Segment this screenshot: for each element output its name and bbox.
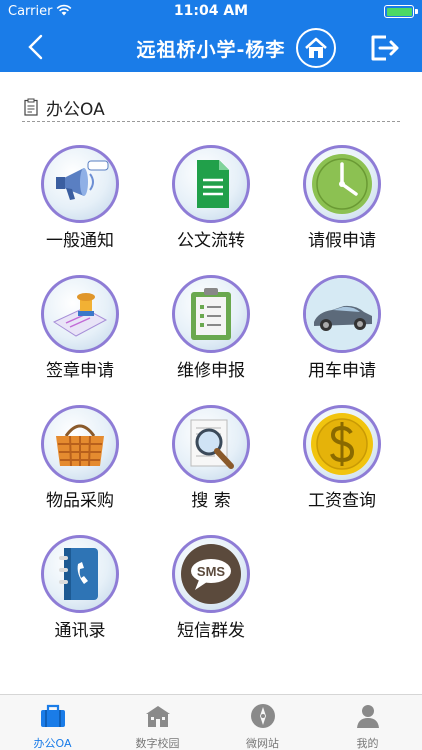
menu-icon-circle bbox=[41, 275, 119, 353]
menu-icon-circle bbox=[172, 145, 250, 223]
menu-item-label: 用车申请 bbox=[308, 361, 376, 381]
menu-item-document-flow[interactable]: 公文流转 bbox=[146, 140, 276, 252]
menu-item-search[interactable]: 搜 索 bbox=[146, 400, 276, 512]
briefcase-icon bbox=[41, 704, 65, 727]
dollar-coin-icon bbox=[311, 413, 373, 475]
page-title: 远祖桥小学-杨李 bbox=[136, 39, 286, 61]
menu-item-label: 通讯录 bbox=[54, 621, 106, 641]
menu-item-vehicle-request[interactable]: 用车申请 bbox=[277, 270, 407, 382]
menu-icon-circle bbox=[303, 275, 381, 353]
home-button[interactable] bbox=[296, 28, 336, 68]
menu-item-seal-request[interactable]: 签章申请 bbox=[15, 270, 145, 382]
sms-icon: SMS bbox=[181, 544, 241, 604]
menu-item-salary-query[interactable]: 工资查询 bbox=[277, 400, 407, 512]
menu-item-label: 工资查询 bbox=[308, 491, 376, 511]
menu-item-label: 物品采购 bbox=[46, 491, 114, 511]
user-icon bbox=[357, 705, 379, 728]
stamp-icon bbox=[52, 293, 108, 337]
menu-item-leave-request[interactable]: 请假申请 bbox=[277, 140, 407, 252]
menu-icon-circle bbox=[172, 405, 250, 483]
megaphone-icon bbox=[56, 160, 109, 200]
tab-mine[interactable]: 我的 bbox=[315, 695, 420, 750]
tab-label: 数字校园 bbox=[135, 737, 180, 750]
magnifier-icon bbox=[190, 419, 234, 469]
menu-icon-circle bbox=[172, 275, 250, 353]
clipboard-icon bbox=[24, 98, 38, 116]
tab-label: 微网站 bbox=[246, 737, 279, 750]
tab-digital-campus[interactable]: 数字校园 bbox=[105, 695, 210, 750]
clock-icon bbox=[312, 154, 372, 214]
tab-label: 办公OA bbox=[33, 737, 72, 750]
tab-office-oa[interactable]: 办公OA bbox=[0, 695, 105, 750]
compass-icon bbox=[251, 704, 275, 728]
menu-item-procurement[interactable]: 物品采购 bbox=[15, 400, 145, 512]
status-bar: Carrier 11:04 AM bbox=[0, 0, 422, 24]
school-icon bbox=[146, 706, 170, 727]
menu-icon-circle bbox=[303, 145, 381, 223]
menu-icon-circle: SMS bbox=[172, 535, 250, 613]
section-title: 办公OA bbox=[46, 100, 105, 120]
menu-item-label: 请假申请 bbox=[308, 231, 376, 251]
basket-icon bbox=[56, 424, 104, 467]
tab-label: 我的 bbox=[356, 737, 379, 750]
car-icon bbox=[306, 278, 378, 350]
menu-item-repair-report[interactable]: 维修申报 bbox=[146, 270, 276, 382]
tab-micro-site[interactable]: 微网站 bbox=[210, 695, 315, 750]
menu-icon-circle bbox=[41, 145, 119, 223]
menu-item-contacts[interactable]: 通讯录 bbox=[15, 530, 145, 642]
menu-item-label: 签章申请 bbox=[46, 361, 114, 381]
menu-icon-circle bbox=[41, 535, 119, 613]
document-icon bbox=[197, 160, 229, 208]
menu-item-bulk-sms[interactable]: SMS 短信群发 bbox=[146, 530, 276, 642]
clipboard-checklist-icon bbox=[191, 288, 231, 340]
menu-item-label: 一般通知 bbox=[46, 231, 114, 251]
menu-item-general-notice[interactable]: 一般通知 bbox=[15, 140, 145, 252]
menu-icon-circle bbox=[41, 405, 119, 483]
svg-text:SMS: SMS bbox=[197, 564, 226, 579]
menu-item-label: 维修申报 bbox=[177, 361, 245, 381]
battery-icon bbox=[384, 5, 418, 18]
nav-bar: 远祖桥小学-杨李 bbox=[0, 24, 422, 72]
menu-item-label: 搜 索 bbox=[191, 491, 231, 511]
menu-icon-circle bbox=[303, 405, 381, 483]
menu-item-label: 短信群发 bbox=[177, 621, 245, 641]
phone-book-icon bbox=[59, 548, 98, 600]
logout-icon[interactable] bbox=[368, 32, 402, 64]
tab-bar: 办公OA 数字校园 微网站 我的 bbox=[0, 694, 422, 750]
menu-item-label: 公文流转 bbox=[177, 231, 245, 251]
clock-time: 11:04 AM bbox=[173, 3, 249, 19]
app-header: Carrier 11:04 AM 远祖桥小学-杨李 bbox=[0, 0, 422, 72]
home-icon bbox=[305, 37, 327, 58]
section-heading: 办公OA bbox=[22, 94, 400, 122]
